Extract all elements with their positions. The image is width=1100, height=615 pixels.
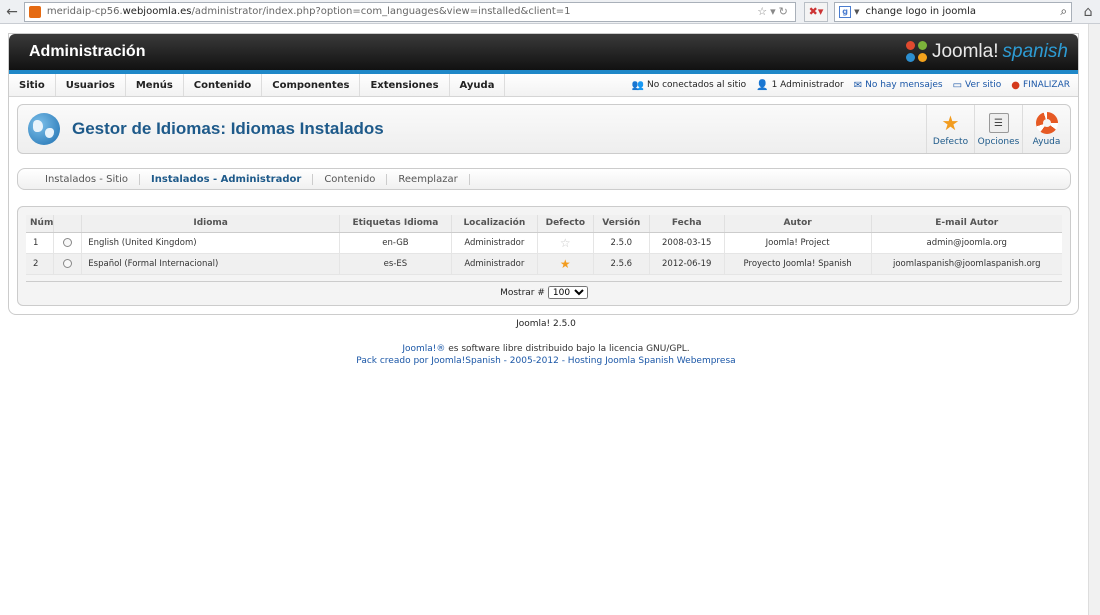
col-author[interactable]: Autor	[723, 215, 871, 233]
joomla-spanish-logo: Joomla! spanish	[905, 41, 1069, 63]
back-arrow-icon[interactable]: ←	[4, 2, 20, 22]
star-icon: ★	[559, 256, 571, 271]
toolbar: ★ Defecto ☰ Opciones Ayuda	[926, 105, 1070, 153]
address-bar[interactable]: meridaip-cp56.webjoomla.es/administrator…	[23, 1, 796, 22]
page-title: Gestor de Idiomas: Idiomas Instalados	[72, 119, 384, 138]
languages-list: Núm Idioma Etiquetas Idioma Localización…	[17, 206, 1071, 306]
google-icon: g	[839, 5, 852, 18]
row-num: 1	[26, 232, 54, 254]
col-select	[53, 215, 82, 233]
row-language: Español (Formal Internacional)	[81, 253, 340, 275]
table-header-row: Núm Idioma Etiquetas Idioma Localización…	[26, 215, 1062, 233]
help-button[interactable]: Ayuda	[1022, 105, 1070, 153]
view-site-link[interactable]: ▭ Ver sitio	[953, 80, 1002, 91]
tab-installed-admin[interactable]: Instalados - Administrador	[140, 173, 314, 185]
logout-link[interactable]: ● FINALIZAR	[1011, 80, 1070, 91]
star-icon: ★	[941, 111, 960, 135]
menu-item-ayuda[interactable]: Ayuda	[450, 74, 506, 96]
bookmark-star-icon[interactable]: ☆▾↻	[757, 5, 791, 18]
options-icon: ☰	[988, 113, 1009, 133]
pagination: Mostrar # 100	[26, 281, 1062, 299]
admin-user-icon: 👤	[756, 79, 769, 91]
brand-suffix: spanish	[1002, 41, 1069, 62]
footer: Joomla! 2.5.0 Joomla!® es software libre…	[0, 319, 1092, 367]
search-icon[interactable]: ⌕	[1060, 4, 1067, 19]
menu-item-extensiones[interactable]: Extensiones	[360, 74, 450, 96]
row-email: admin@joomla.org	[870, 232, 1062, 254]
row-radio[interactable]	[63, 237, 73, 247]
row-location: Administrador	[450, 232, 538, 254]
joomla-logo-icon	[905, 41, 928, 63]
brand-word: Joomla!	[931, 41, 999, 62]
admin-title: Administración	[29, 43, 146, 60]
row-tag: es-ES	[338, 253, 452, 275]
joomla-link[interactable]: Joomla!®	[402, 344, 445, 354]
row-date: 2008-03-15	[648, 232, 725, 254]
languages-table: Núm Idioma Etiquetas Idioma Localización…	[26, 215, 1062, 275]
col-email[interactable]: E-mail Autor	[870, 215, 1062, 233]
search-query: change logo in joomla	[865, 6, 976, 17]
pager-label: Mostrar #	[500, 287, 545, 298]
url-text: meridaip-cp56.webjoomla.es/administrator…	[46, 6, 571, 17]
power-icon: ●	[1011, 79, 1021, 91]
star-outline-icon[interactable]: ☆	[560, 236, 571, 250]
status-bar: 👥 No conectados al sitio 👤 1 Administrador…	[622, 80, 1078, 91]
page-header: Gestor de Idiomas: Idiomas Instalados ★ …	[17, 104, 1071, 154]
mail-icon: ✉	[853, 79, 863, 91]
col-version[interactable]: Versión	[592, 215, 650, 233]
joomla-favicon-icon	[28, 5, 41, 18]
row-date: 2012-06-19	[648, 253, 725, 275]
admin-frame: Administración Joomla! spanish Sitio Usu…	[8, 33, 1079, 315]
submenu: Instalados - Sitio Instalados - Administ…	[17, 168, 1071, 190]
users-icon: 👥	[631, 79, 644, 91]
menu-item-menus[interactable]: Menús	[126, 74, 184, 96]
col-tag[interactable]: Etiquetas Idioma	[338, 215, 452, 233]
menu-item-sitio[interactable]: Sitio	[9, 74, 56, 96]
row-email: joomlaspanish@joomlaspanish.org	[870, 253, 1062, 275]
col-num[interactable]: Núm	[26, 215, 54, 233]
search-input[interactable]: g ▼ change logo in joomla ⌕	[834, 1, 1073, 22]
pack-credits-link[interactable]: Pack creado por Joomla!Spanish - 2005-20…	[356, 356, 735, 366]
col-location[interactable]: Localización	[450, 215, 538, 233]
chevron-down-icon[interactable]: ▼	[854, 8, 859, 16]
footer-license: Joomla!® es software libre distribuido b…	[402, 344, 690, 354]
row-tag: en-GB	[338, 232, 452, 254]
footer-version: Joomla! 2.5.0	[516, 319, 576, 329]
col-language[interactable]: Idioma	[81, 215, 340, 233]
row-location: Administrador	[450, 253, 538, 275]
addon-icon[interactable]: ✖▾	[803, 1, 829, 22]
browser-toolbar: ← meridaip-cp56.webjoomla.es/administrat…	[0, 0, 1100, 24]
list-limit-select[interactable]: 100	[547, 286, 588, 299]
tab-installed-site[interactable]: Instalados - Sitio	[34, 173, 141, 185]
row-author: Joomla! Project	[723, 232, 871, 254]
home-icon[interactable]: ⌂	[1080, 2, 1096, 22]
globe-icon	[28, 113, 60, 145]
col-default[interactable]: Defecto	[536, 215, 594, 233]
main-menu-bar: Sitio Usuarios Menús Contenido Component…	[9, 74, 1078, 97]
row-version: 2.5.0	[592, 232, 650, 254]
options-button[interactable]: ☰ Opciones	[974, 105, 1022, 153]
admin-header: Administración Joomla! spanish	[9, 34, 1078, 70]
row-num: 2	[26, 253, 54, 275]
row-language: English (United Kingdom)	[81, 232, 340, 254]
status-visitors: 👥 No conectados al sitio	[631, 79, 747, 91]
col-date[interactable]: Fecha	[648, 215, 725, 233]
tab-overrides[interactable]: Reemplazar	[387, 173, 470, 185]
lifebuoy-icon	[1035, 112, 1058, 134]
default-button[interactable]: ★ Defecto	[926, 105, 974, 153]
tab-content[interactable]: Contenido	[313, 173, 388, 185]
menu-item-componentes[interactable]: Componentes	[262, 74, 361, 96]
table-row: 1 English (United Kingdom) en-GB Adminis…	[26, 232, 1062, 254]
row-author: Proyecto Joomla! Spanish	[723, 253, 871, 275]
menu-item-contenido[interactable]: Contenido	[184, 74, 263, 96]
main-menu: Sitio Usuarios Menús Contenido Component…	[9, 74, 506, 96]
row-radio[interactable]	[63, 258, 73, 268]
messages-link[interactable]: ✉ No hay mensajes	[854, 80, 943, 91]
row-version: 2.5.6	[592, 253, 650, 275]
menu-item-usuarios[interactable]: Usuarios	[56, 74, 126, 96]
table-row: 2 Español (Formal Internacional) es-ES A…	[26, 253, 1062, 275]
monitor-icon: ▭	[952, 79, 963, 91]
status-admins: 👤 1 Administrador	[756, 79, 844, 91]
